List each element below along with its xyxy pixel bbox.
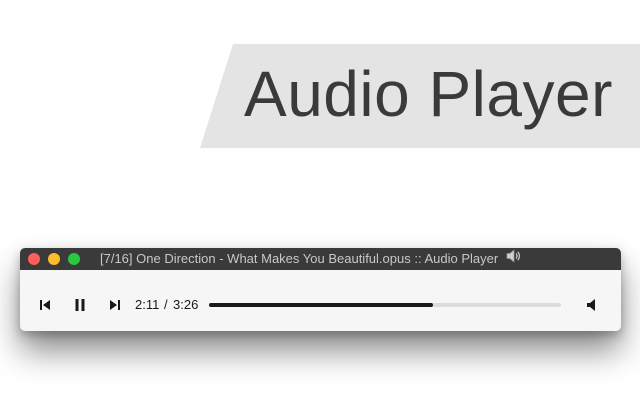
pause-button[interactable] [70, 297, 90, 313]
seek-bar-progress [209, 303, 433, 307]
speaker-icon [506, 248, 522, 270]
next-track-button[interactable] [105, 297, 125, 313]
volume-button[interactable] [582, 297, 600, 313]
current-time: 2:11 [135, 297, 160, 312]
banner-title: Audio Player [244, 58, 613, 130]
title-bar: [7/16] One Direction - What Makes You Be… [20, 248, 621, 270]
time-separator: / [164, 297, 168, 312]
previous-track-button[interactable] [35, 297, 55, 313]
skip-next-icon [110, 300, 120, 310]
pause-icon [75, 299, 85, 311]
close-window-button[interactable] [28, 253, 40, 265]
seek-bar[interactable] [209, 303, 561, 307]
maximize-window-button[interactable] [68, 253, 80, 265]
window-title-text: [7/16] One Direction - What Makes You Be… [100, 251, 499, 266]
player-window: [7/16] One Direction - What Makes You Be… [20, 248, 621, 331]
total-duration: 3:26 [173, 297, 199, 312]
window-title: [7/16] One Direction - What Makes You Be… [100, 248, 621, 270]
minimize-window-button[interactable] [48, 253, 60, 265]
skip-previous-icon [40, 300, 50, 310]
volume-icon [587, 299, 595, 311]
